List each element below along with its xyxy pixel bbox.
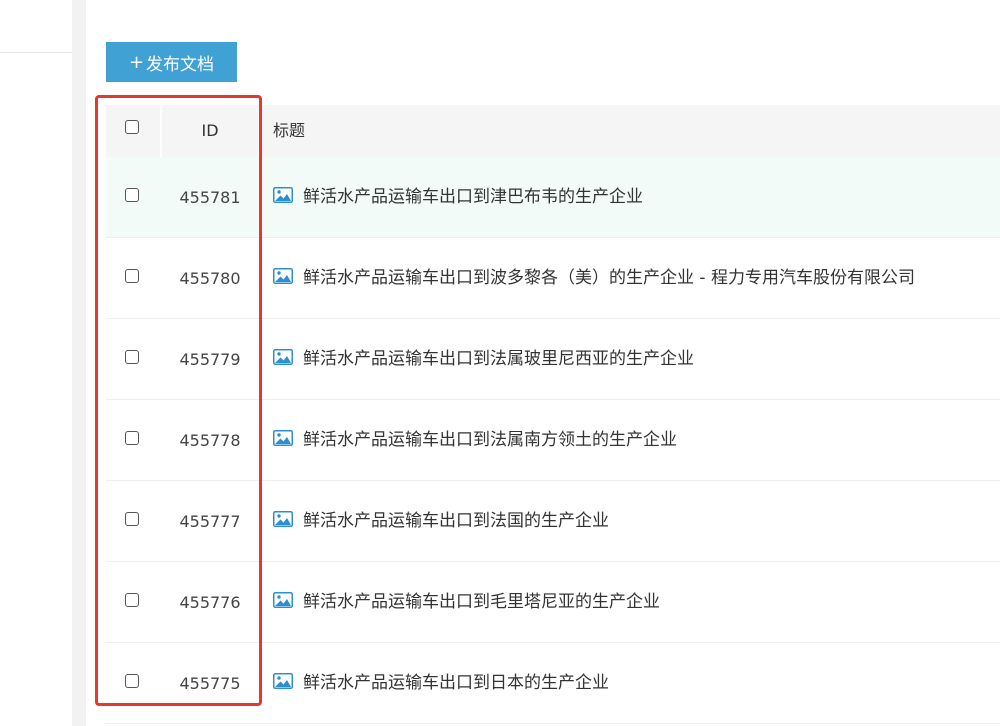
image-icon: [273, 187, 293, 203]
row-checkbox[interactable]: [125, 593, 139, 607]
left-panel: [0, 0, 72, 726]
table-row[interactable]: 455780 鲜活水产品运输车出口到波多黎各（美）的生产企业 - 程力专用汽车股…: [106, 238, 1000, 319]
publish-document-button[interactable]: + 发布文档: [106, 42, 237, 82]
image-icon: [273, 511, 293, 527]
row-id: 455777: [179, 512, 241, 531]
row-checkbox[interactable]: [125, 674, 139, 688]
row-checkbox[interactable]: [125, 431, 139, 445]
row-id: 455779: [179, 350, 241, 369]
table-row[interactable]: 455775 鲜活水产品运输车出口到日本的生产企业: [106, 643, 1000, 724]
select-all-checkbox[interactable]: [125, 120, 139, 134]
row-title-link[interactable]: 鲜活水产品运输车出口到法属玻里尼西亚的生产企业: [303, 319, 694, 400]
title-column-header[interactable]: 标题: [273, 105, 305, 157]
row-id: 455775: [179, 674, 241, 693]
table-row[interactable]: 455779 鲜活水产品运输车出口到法属玻里尼西亚的生产企业: [106, 319, 1000, 400]
table-row[interactable]: 455781 鲜活水产品运输车出口到津巴布韦的生产企业: [106, 157, 1000, 238]
row-checkbox[interactable]: [125, 350, 139, 364]
image-icon: [273, 592, 293, 608]
row-checkbox[interactable]: [125, 512, 139, 526]
table-row[interactable]: 455776 鲜活水产品运输车出口到毛里塔尼亚的生产企业: [106, 562, 1000, 643]
header-separator: [258, 105, 260, 157]
panel-gutter: [72, 0, 86, 726]
table-row[interactable]: 455778 鲜活水产品运输车出口到法属南方领土的生产企业: [106, 400, 1000, 481]
image-icon: [273, 268, 293, 284]
row-id: 455781: [179, 188, 241, 207]
row-title-link[interactable]: 鲜活水产品运输车出口到津巴布韦的生产企业: [303, 157, 643, 238]
publish-document-label: 发布文档: [146, 54, 215, 75]
row-title-link[interactable]: 鲜活水产品运输车出口到毛里塔尼亚的生产企业: [303, 562, 660, 643]
row-checkbox[interactable]: [125, 188, 139, 202]
row-title-link[interactable]: 鲜活水产品运输车出口到法国的生产企业: [303, 481, 609, 562]
plus-icon: +: [128, 51, 145, 73]
image-icon: [273, 430, 293, 446]
row-id: 455778: [179, 431, 241, 450]
table-row[interactable]: 455777 鲜活水产品运输车出口到法国的生产企业: [106, 481, 1000, 562]
row-id: 455776: [179, 593, 241, 612]
image-icon: [273, 349, 293, 365]
row-title-link[interactable]: 鲜活水产品运输车出口到波多黎各（美）的生产企业 - 程力专用汽车股份有限公司: [303, 238, 915, 319]
row-checkbox[interactable]: [125, 269, 139, 283]
row-id: 455780: [179, 269, 241, 288]
table-header: ID 标题: [106, 105, 1000, 157]
left-divider: [0, 52, 72, 53]
documents-table: ID 标题 455781 鲜活水产品运输车出口到津巴布韦的生产企业 455780…: [106, 105, 1000, 724]
row-title-link[interactable]: 鲜活水产品运输车出口到法属南方领土的生产企业: [303, 400, 677, 481]
image-icon: [273, 673, 293, 689]
id-column-header[interactable]: ID: [162, 105, 258, 157]
row-title-link[interactable]: 鲜活水产品运输车出口到日本的生产企业: [303, 643, 609, 724]
